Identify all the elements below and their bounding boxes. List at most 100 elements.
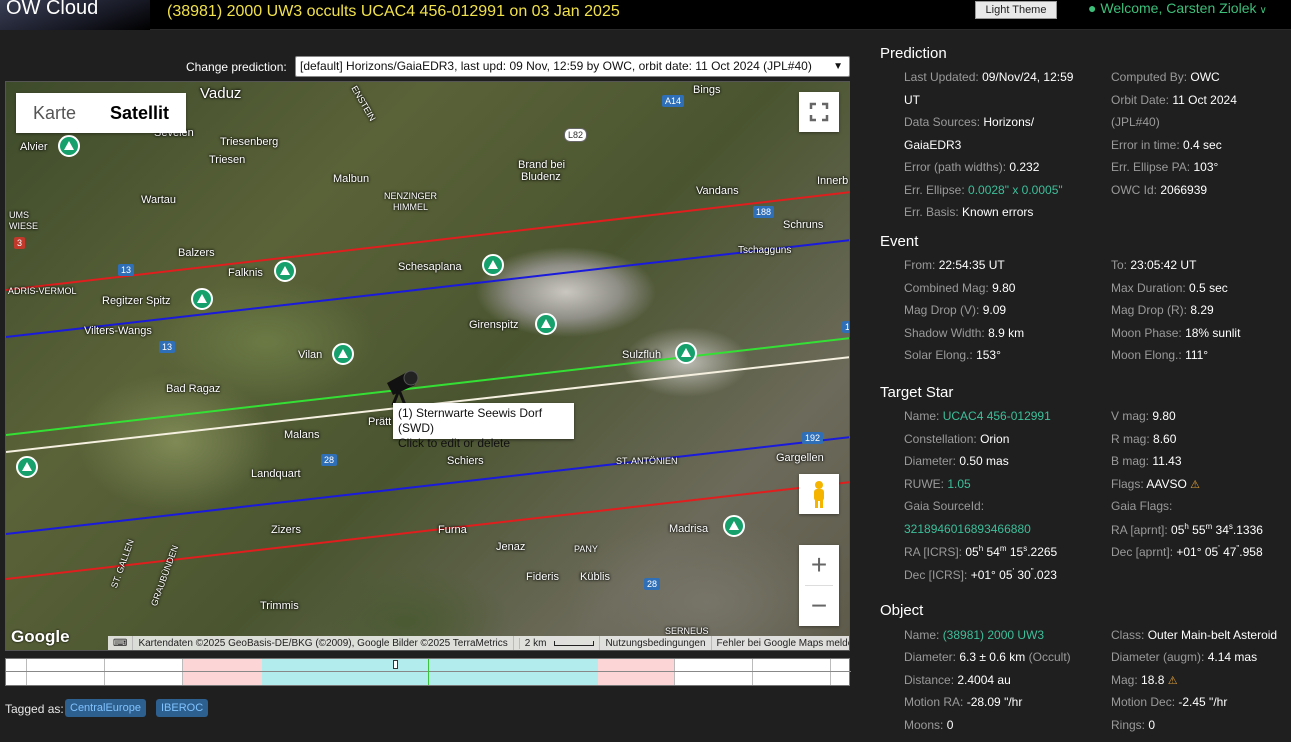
light-theme-button[interactable]: Light Theme bbox=[975, 1, 1057, 19]
scale-control[interactable]: 2 km bbox=[512, 636, 600, 650]
tag-centraleurope[interactable]: CentralEurope bbox=[65, 699, 146, 717]
field-distance: Distance: 2.4004 au bbox=[904, 673, 1011, 687]
welcome-text: Welcome, Carsten Ziolek bbox=[1100, 0, 1257, 16]
field-error-time: Error in time: 0.4 sec bbox=[1111, 138, 1222, 152]
zoom-out-button[interactable]: − bbox=[799, 586, 839, 626]
map[interactable]: Vaduz Sevelen Alvier Triesenberg Triesen… bbox=[5, 81, 850, 651]
station-tooltip[interactable]: (1) Sternwarte Seewis Dorf (SWD) Click t… bbox=[393, 403, 574, 450]
map-attribution: ⌨ Kartendaten ©2025 GeoBasis-DE/BKG (©20… bbox=[108, 636, 849, 650]
field-owc-id: OWC Id: 2066939 bbox=[1111, 183, 1208, 197]
fullscreen-button[interactable] bbox=[799, 92, 839, 132]
place-label: SERNEUS bbox=[665, 626, 709, 636]
occultation-paths bbox=[6, 191, 849, 580]
field-flags: Flags: AAVSO ⚠ bbox=[1111, 477, 1201, 491]
place-label: Gargellen bbox=[776, 452, 824, 464]
field-b-mag: B mag: 11.43 bbox=[1111, 454, 1182, 468]
field-gaia-flags: Gaia Flags: bbox=[1111, 499, 1173, 513]
place-label: Vandans bbox=[696, 185, 739, 197]
tag-iberoc[interactable]: IBEROC bbox=[156, 699, 209, 717]
place-label: Bings bbox=[693, 84, 721, 96]
field-diameter-augm: Diameter (augm): 4.14 mas bbox=[1111, 650, 1258, 664]
peak-marker-icon[interactable] bbox=[191, 288, 213, 310]
gaia-sourceid-link[interactable]: 3218946016893466880 bbox=[904, 522, 1031, 536]
timeline-margin-start bbox=[182, 659, 262, 685]
place-label: Jenaz bbox=[496, 541, 526, 553]
place-label: Brand bei bbox=[518, 159, 566, 171]
place-label: WIESE bbox=[9, 221, 39, 231]
peak-marker-icon[interactable] bbox=[535, 313, 557, 335]
place-label: Schiers bbox=[447, 455, 484, 467]
place-label: Malans bbox=[284, 429, 320, 441]
map-type-satellit-button[interactable]: Satellit bbox=[93, 93, 187, 133]
section-title-event: Event bbox=[880, 233, 919, 250]
attribution-text: Kartendaten ©2025 GeoBasis-DE/BKG (©2009… bbox=[132, 636, 512, 650]
field-gaia-sourceid-label: Gaia SourceId: bbox=[904, 499, 985, 513]
top-bar: OW Cloud (38981) 2000 UW3 occults UCAC4 … bbox=[0, 0, 1291, 30]
place-label: ST. ANTÖNIEN bbox=[616, 456, 678, 466]
road-shield: 3 bbox=[14, 237, 26, 249]
warning-icon[interactable]: ⚠ bbox=[1190, 479, 1200, 491]
place-label: Landquart bbox=[251, 468, 301, 480]
app-logo[interactable]: OW Cloud bbox=[0, 0, 150, 30]
star-name-link[interactable]: UCAC4 456-012991 bbox=[943, 409, 1051, 423]
field-orbit-date: Orbit Date: 11 Oct 2024 bbox=[1111, 93, 1237, 107]
peak-marker-icon[interactable] bbox=[675, 342, 697, 364]
field-dec-icrs: Dec [ICRS]: +01° 05' 30".023 bbox=[904, 567, 1057, 582]
field-data-sources: Data Sources: Horizons/ bbox=[904, 115, 1035, 129]
peak-marker-icon[interactable] bbox=[58, 135, 80, 157]
peak-marker-icon[interactable] bbox=[16, 456, 38, 478]
peak-marker-icon[interactable] bbox=[723, 515, 745, 537]
peak-marker-icon[interactable] bbox=[482, 254, 504, 276]
terms-link[interactable]: Nutzungsbedingungen bbox=[599, 636, 710, 650]
road-shield: 28 bbox=[644, 578, 661, 590]
zoom-in-button[interactable]: + bbox=[799, 545, 839, 585]
peak-marker-icon[interactable] bbox=[274, 260, 296, 282]
field-r-mag: R mag: 8.60 bbox=[1111, 432, 1177, 446]
warning-icon[interactable]: ⚠ bbox=[1168, 675, 1178, 687]
object-name-link[interactable]: (38981) 2000 UW3 bbox=[943, 628, 1044, 642]
road-shield: L82 bbox=[564, 128, 588, 142]
place-label: UMS bbox=[9, 210, 29, 220]
user-menu[interactable]: ● Welcome, Carsten Ziolek ∨ bbox=[1088, 0, 1267, 16]
place-label: NENZINGER bbox=[384, 191, 438, 201]
place-label: Balzers bbox=[178, 247, 215, 259]
field-ra-icrs: RA [ICRS]: 05h 54m 15s.2265 bbox=[904, 544, 1058, 559]
field-star-diameter: Diameter: 0.50 mas bbox=[904, 454, 1009, 468]
field-solar-elong: Solar Elong.: 153° bbox=[904, 348, 1001, 362]
path-limit-blue-north bbox=[6, 239, 849, 338]
place-label: Küblis bbox=[580, 571, 610, 583]
timeline-tick bbox=[104, 659, 105, 685]
place-label: Tschagguns bbox=[738, 245, 792, 256]
tooltip-station-name: (1) Sternwarte Seewis Dorf (SWD) bbox=[398, 406, 543, 435]
field-combined-mag: Combined Mag: 9.80 bbox=[904, 281, 1016, 295]
place-label: Sulzfluh bbox=[622, 349, 662, 361]
place-label: Falknis bbox=[228, 267, 263, 279]
field-error-path: Error (path widths): 0.232 bbox=[904, 160, 1040, 174]
road-shield: 13 bbox=[159, 341, 176, 353]
peak-marker-icon[interactable] bbox=[332, 343, 354, 365]
field-moon-elong: Moon Elong.: 111° bbox=[1111, 348, 1209, 362]
google-logo: Google bbox=[11, 627, 70, 646]
timeline-tick bbox=[182, 659, 183, 685]
keyboard-icon[interactable]: ⌨ bbox=[108, 636, 132, 650]
timeline-tick bbox=[26, 659, 27, 685]
field-object-mag: Mag: 18.8 ⚠ bbox=[1111, 673, 1178, 687]
field-ruwe: RUWE: 1.05 bbox=[904, 477, 971, 491]
time-slider[interactable] bbox=[5, 658, 851, 686]
place-label: Schruns bbox=[783, 219, 824, 231]
field-motion-dec: Motion Dec: -2.45 "/hr bbox=[1111, 695, 1228, 709]
field-object-class: Class: Outer Main-belt Asteroid bbox=[1111, 628, 1278, 642]
report-error-link[interactable]: Fehler bei Google Maps melden bbox=[710, 636, 849, 650]
place-label: PANY bbox=[574, 544, 598, 554]
fullscreen-icon bbox=[809, 102, 829, 122]
timeline-handle[interactable] bbox=[393, 660, 398, 669]
road-shield: 192 bbox=[802, 432, 824, 444]
prediction-select[interactable]: [default] Horizons/GaiaEDR3, last upd: 0… bbox=[295, 56, 850, 77]
street-view-button[interactable] bbox=[799, 474, 839, 514]
field-orbit-date-cont: (JPL#40) bbox=[1111, 115, 1160, 129]
field-err-pa: Err. Ellipse PA: 103° bbox=[1111, 160, 1219, 174]
section-title-object: Object bbox=[880, 602, 924, 619]
zoom-control: + − bbox=[799, 545, 839, 626]
map-type-karte-button[interactable]: Karte bbox=[16, 93, 94, 133]
telescope-icon[interactable] bbox=[381, 365, 421, 405]
